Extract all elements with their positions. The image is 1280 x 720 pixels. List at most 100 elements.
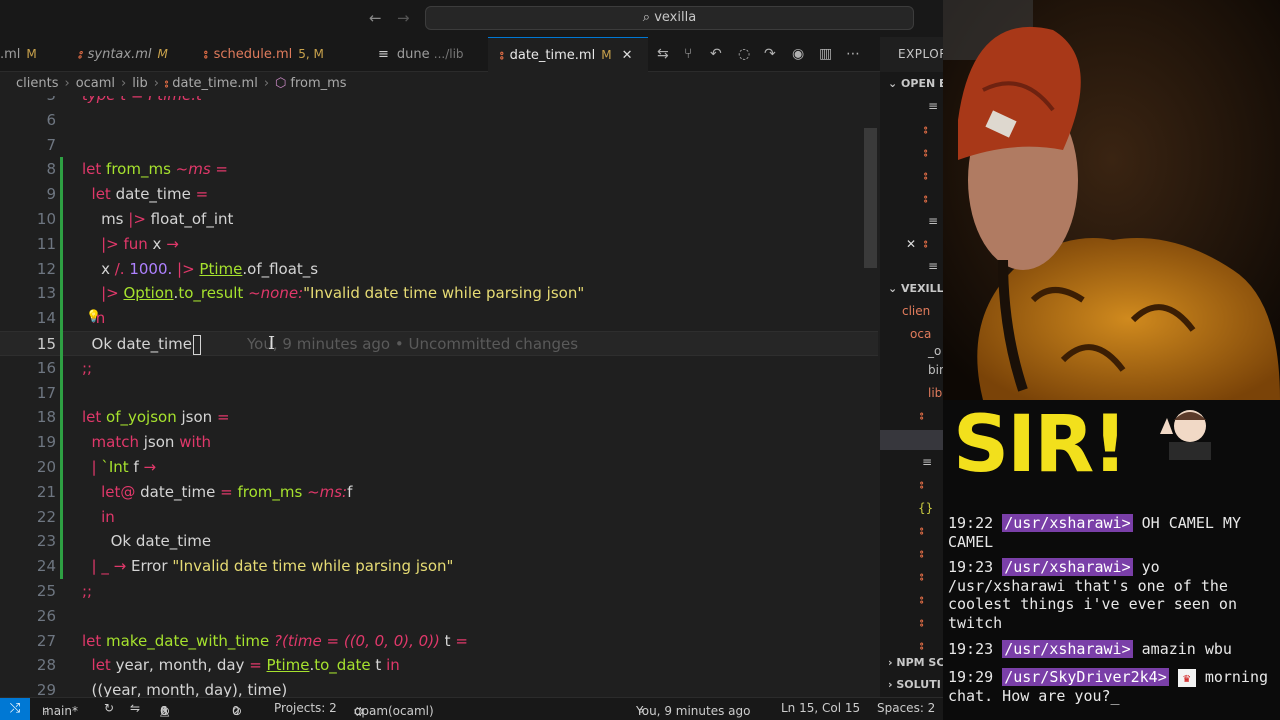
projects-status[interactable]: Projects: 2 bbox=[274, 701, 337, 715]
code-token: float_of_int bbox=[150, 210, 234, 228]
code-line[interactable]: 13 |> Option.to_result ~none:"Invalid da… bbox=[0, 281, 878, 306]
chat-username[interactable]: /usr/SkyDriver2k4> bbox=[1002, 668, 1169, 686]
git-graph-icon[interactable]: ⑂ bbox=[684, 46, 692, 62]
code-line[interactable]: 11 |> fun x → bbox=[0, 232, 878, 257]
section-project[interactable]: ⌄ VEXILLA bbox=[888, 282, 943, 295]
code-area[interactable]: 5type t = Ptime.t678let from_ms ~ms =9 l… bbox=[0, 96, 878, 700]
close-icon[interactable]: ✕ bbox=[906, 237, 916, 251]
tab-date-time-ml[interactable]: ⦂ date_time.ml M ✕ bbox=[488, 37, 648, 72]
section-npm-scripts[interactable]: › NPM SC bbox=[888, 656, 943, 669]
chat-username[interactable]: /usr/xsharawi> bbox=[1002, 640, 1133, 658]
code-text: match json with bbox=[82, 430, 211, 455]
tab-dune[interactable]: ≡ dune .../lib bbox=[378, 37, 464, 72]
timeline-icon[interactable]: ◉ bbox=[792, 46, 804, 62]
tree-item-lib[interactable]: lib bbox=[928, 386, 942, 400]
code-line[interactable]: 12 x /. 1000. |> Ptime.of_float_s bbox=[0, 257, 878, 282]
tab-ml[interactable]: .ml M bbox=[0, 37, 37, 72]
tree-item-o[interactable]: _o bbox=[928, 344, 941, 358]
code-line[interactable]: 24 | _ → Error "Invalid date time while … bbox=[0, 554, 878, 579]
code-line[interactable]: 22 in bbox=[0, 505, 878, 530]
split-editor-icon[interactable]: ▥ bbox=[819, 46, 832, 62]
code-token: ms bbox=[82, 210, 129, 228]
code-token: in bbox=[386, 656, 400, 675]
breadcrumb-item[interactable]: ocaml bbox=[76, 76, 115, 91]
back-arrow-icon[interactable]: ← bbox=[369, 9, 382, 27]
ocaml-file-icon: ⦂ bbox=[500, 48, 504, 62]
tab-schedule-ml[interactable]: ⦂ schedule.ml 5, M bbox=[204, 37, 324, 72]
code-token: ~ms: bbox=[307, 482, 348, 501]
ocaml-file-icon: ⦂ bbox=[920, 570, 924, 583]
code-text: let@ date_time = from_ms ~ms:f bbox=[82, 480, 352, 505]
tree-item-ocaml[interactable]: oca bbox=[910, 327, 931, 341]
breadcrumb-item[interactable]: date_time.ml bbox=[172, 76, 258, 91]
line-number: 20 bbox=[36, 458, 56, 476]
search-icon: ⌕ bbox=[642, 10, 651, 25]
menu-file-icon: ≡ bbox=[928, 99, 939, 113]
code-line[interactable]: 14 in bbox=[0, 306, 878, 331]
chat-text: amazin wbu bbox=[1141, 640, 1232, 658]
chat-username[interactable]: /usr/xsharawi> bbox=[1002, 558, 1133, 576]
code-text: ms |> float_of_int bbox=[82, 207, 233, 232]
compare-icon[interactable]: ⇆ bbox=[657, 46, 669, 62]
code-token: | _ → bbox=[82, 557, 131, 576]
modified-badge: 5, M bbox=[298, 47, 324, 61]
tree-item-clients[interactable]: clien bbox=[902, 304, 930, 318]
code-token: = bbox=[455, 631, 468, 650]
tree-item-bin[interactable]: bin bbox=[928, 363, 943, 377]
line-number: 15 bbox=[36, 335, 56, 353]
code-line[interactable]: 6 bbox=[0, 108, 878, 133]
tab-syntax-ml[interactable]: ⦂ syntax.ml M bbox=[78, 37, 168, 72]
remote-icon[interactable]: ⤭ bbox=[0, 698, 30, 720]
more-actions-icon[interactable]: ⋯ bbox=[846, 46, 860, 62]
dot-icon[interactable]: ◌ bbox=[738, 46, 750, 62]
breadcrumb-item[interactable]: clients bbox=[16, 76, 58, 91]
code-line[interactable]: 20 | `Int f → bbox=[0, 455, 878, 480]
previous-change-icon[interactable]: ↶ bbox=[710, 46, 722, 62]
code-token: x bbox=[152, 234, 167, 253]
code-token: Ok date_time bbox=[82, 335, 193, 353]
section-open-editors[interactable]: ⌄ OPEN E bbox=[888, 77, 943, 90]
git-compare-icon[interactable]: ⇋ bbox=[130, 701, 140, 715]
code-line[interactable]: 9 let date_time = bbox=[0, 182, 878, 207]
code-token: | bbox=[82, 458, 102, 476]
code-token: year, month, day bbox=[115, 656, 250, 675]
chat-username[interactable]: /usr/xsharawi> bbox=[1002, 514, 1133, 532]
code-line[interactable]: 8 let from_ms ~ms = bbox=[0, 157, 878, 182]
code-line[interactable]: 7 bbox=[0, 133, 878, 158]
forward-arrow-icon[interactable]: → bbox=[397, 9, 410, 27]
section-solution[interactable]: › SOLUTI bbox=[888, 678, 941, 691]
command-search-box[interactable]: ⌕ vexilla bbox=[425, 6, 914, 30]
code-token: fun bbox=[123, 234, 153, 253]
indentation-status[interactable]: Spaces: 2 bbox=[877, 701, 935, 715]
section-label: NPM SC bbox=[896, 656, 943, 669]
code-line[interactable]: 23 Ok date_time bbox=[0, 529, 878, 554]
code-line[interactable]: 27 let make_date_with_time ?(time = ((0, … bbox=[0, 629, 878, 654]
code-line[interactable]: 17 bbox=[0, 381, 878, 406]
code-line[interactable]: 26 bbox=[0, 604, 878, 629]
breadcrumb-item[interactable]: lib bbox=[132, 76, 147, 91]
code-line[interactable]: 16;; bbox=[0, 356, 878, 381]
code-line[interactable]: 15 Ok date_time You, 9 minutes ago • Unco… bbox=[0, 331, 878, 356]
lightbulb-icon[interactable]: 💡 bbox=[86, 309, 101, 323]
code-line[interactable]: 18 let of_yojson json = bbox=[0, 405, 878, 430]
section-label: SOLUTI bbox=[896, 678, 941, 691]
code-line[interactable]: 21 let@ date_time = from_ms ~ms:f bbox=[0, 480, 878, 505]
code-token: ;; bbox=[82, 582, 93, 600]
next-change-icon[interactable]: ↷ bbox=[764, 46, 776, 62]
code-text: |> fun x → bbox=[82, 232, 179, 257]
sync-icon[interactable]: ↻ bbox=[104, 701, 114, 715]
cursor-position[interactable]: Ln 15, Col 15 bbox=[781, 701, 860, 715]
code-token: to_date bbox=[314, 656, 376, 675]
code-line[interactable]: 25;; bbox=[0, 579, 878, 604]
explorer-sidebar: ⌄ OPEN E ≡ ⦂ ⦂ ⦂ ⦂ ≡ ✕ ⦂ ≡ ⌄ VEXILLA cli… bbox=[880, 72, 943, 700]
code-line[interactable]: 10 ms |> float_of_int bbox=[0, 207, 878, 232]
line-number: 5 bbox=[0, 96, 56, 108]
code-line[interactable]: 19 match json with bbox=[0, 430, 878, 455]
breadcrumb-item[interactable]: from_ms bbox=[290, 76, 346, 91]
code-line[interactable]: 5 type t = Ptime.t bbox=[0, 96, 878, 108]
code-line[interactable]: 28 let year, month, day = Ptime.to_date … bbox=[0, 653, 878, 678]
close-icon[interactable]: ✕ bbox=[622, 48, 633, 63]
git-change-indicator[interactable] bbox=[60, 157, 63, 579]
ocaml-file-icon: ⦂ bbox=[920, 478, 924, 491]
scrollbar-thumb[interactable] bbox=[864, 128, 877, 268]
